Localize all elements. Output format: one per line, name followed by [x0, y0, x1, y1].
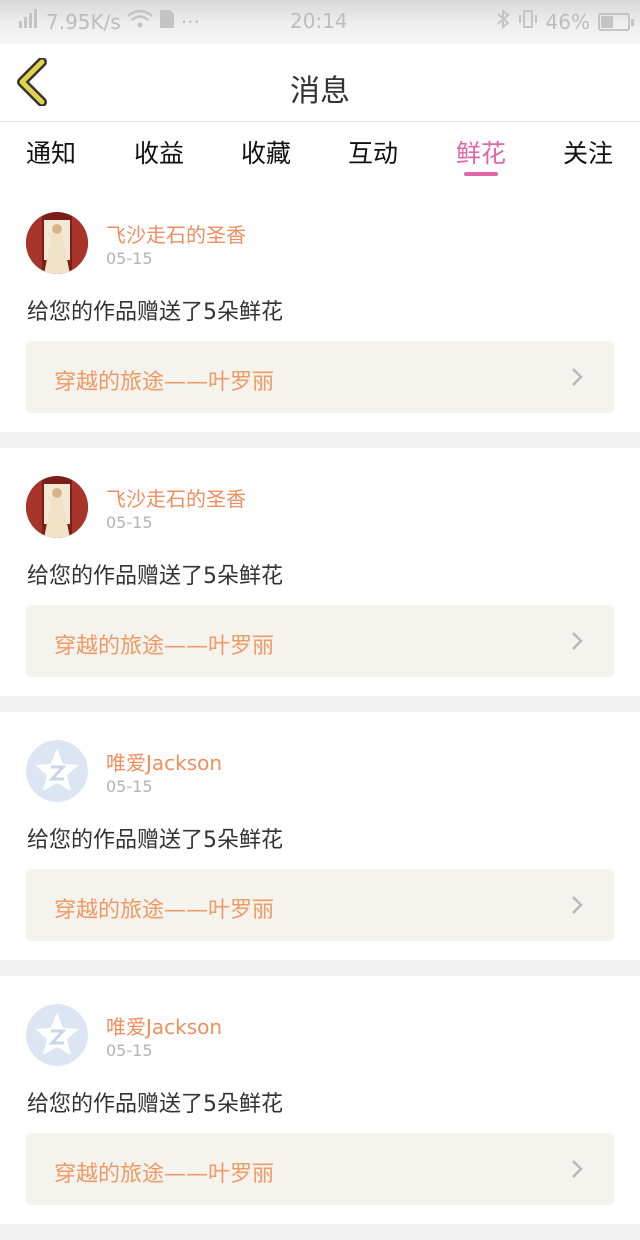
message-date: 05-15 [106, 513, 153, 532]
message-date: 05-15 [106, 777, 153, 796]
work-title: 穿越的旅途——叶罗丽 [54, 370, 275, 395]
message-text: 给您的作品赠送了5朵鲜花 [27, 828, 283, 853]
status-right: 46% [496, 8, 634, 34]
work-title: 穿越的旅途——叶罗丽 [54, 634, 275, 659]
vibrate-icon [518, 9, 538, 34]
status-left: 7.95K/s ··· [18, 9, 200, 34]
message-card: 飞沙走石的圣香 05-15 给您的作品赠送了5朵鲜花 穿越的旅途——叶罗丽 [0, 448, 640, 696]
nav-bar: 消息 [0, 44, 640, 122]
photo-avatar-icon [26, 476, 88, 538]
chevron-right-icon [572, 1160, 583, 1178]
tab-interaction[interactable]: 互动 [328, 134, 418, 170]
message-date: 05-15 [106, 249, 153, 268]
more-dots-icon: ··· [180, 9, 200, 34]
tab-flowers[interactable]: 鲜花 [436, 134, 526, 170]
wifi-icon [127, 9, 153, 34]
tab-notify[interactable]: 通知 [6, 134, 96, 170]
message-text: 给您的作品赠送了5朵鲜花 [27, 564, 283, 589]
tab-favorites[interactable]: 收藏 [221, 134, 311, 170]
message-text: 给您的作品赠送了5朵鲜花 [27, 300, 283, 325]
username[interactable]: 飞沙走石的圣香 [106, 483, 246, 512]
avatar[interactable] [26, 740, 88, 802]
avatar[interactable] [26, 476, 88, 538]
tab-income[interactable]: 收益 [114, 134, 204, 170]
work-title: 穿越的旅途——叶罗丽 [54, 1162, 275, 1187]
work-link[interactable]: 穿越的旅途——叶罗丽 [26, 341, 614, 413]
username[interactable]: 唯爱Jackson [106, 1011, 222, 1040]
signal-icon [18, 9, 40, 34]
battery-icon [598, 12, 634, 31]
active-tab-indicator [464, 172, 498, 176]
qzone-star-avatar-icon [26, 1004, 88, 1066]
status-bar: 7.95K/s ··· 20:14 46% [0, 0, 640, 44]
message-list: 飞沙走石的圣香 05-15 给您的作品赠送了5朵鲜花 穿越的旅途——叶罗丽 飞沙… [0, 184, 640, 1240]
chevron-right-icon [572, 896, 583, 914]
network-speed: 7.95K/s [46, 9, 121, 34]
message-date: 05-15 [106, 1041, 153, 1060]
clock: 20:14 [290, 9, 348, 33]
work-link[interactable]: 穿越的旅途——叶罗丽 [26, 1133, 614, 1205]
tab-follow[interactable]: 关注 [543, 134, 633, 170]
sim-icon [159, 9, 175, 34]
message-card: 唯爱Jackson 05-15 给您的作品赠送了5朵鲜花 穿越的旅途——叶罗丽 [0, 976, 640, 1224]
chevron-right-icon [572, 368, 583, 386]
avatar[interactable] [26, 212, 88, 274]
work-title: 穿越的旅途——叶罗丽 [54, 898, 275, 923]
avatar[interactable] [26, 1004, 88, 1066]
message-card: 飞沙走石的圣香 05-15 给您的作品赠送了5朵鲜花 穿越的旅途——叶罗丽 [0, 184, 640, 432]
page-title: 消息 [290, 74, 350, 109]
username[interactable]: 飞沙走石的圣香 [106, 219, 246, 248]
message-card: 唯爱Jackson 05-15 给您的作品赠送了5朵鲜花 穿越的旅途——叶罗丽 [0, 712, 640, 960]
tab-bar: 通知 收益 收藏 互动 鲜花 关注 [0, 122, 640, 184]
work-link[interactable]: 穿越的旅途——叶罗丽 [26, 869, 614, 941]
chevron-right-icon [572, 632, 583, 650]
username[interactable]: 唯爱Jackson [106, 747, 222, 776]
battery-percent: 46% [545, 9, 590, 34]
photo-avatar-icon [26, 212, 88, 274]
message-text: 给您的作品赠送了5朵鲜花 [27, 1092, 283, 1117]
work-link[interactable]: 穿越的旅途——叶罗丽 [26, 605, 614, 677]
bluetooth-icon [496, 8, 510, 34]
qzone-star-avatar-icon [26, 740, 88, 802]
